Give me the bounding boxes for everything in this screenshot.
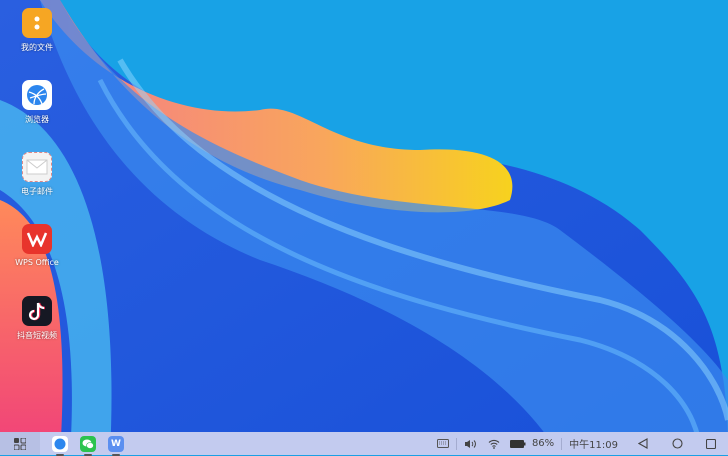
wps-icon [22, 224, 52, 254]
back-icon [638, 438, 648, 449]
browser-icon [54, 438, 66, 449]
douyin-icon [22, 296, 52, 326]
home-icon [671, 438, 683, 449]
taskbar-browser[interactable] [52, 435, 68, 456]
desktop-icon-email[interactable]: 电子邮件 [12, 152, 62, 197]
desktop-icon-browser[interactable]: 浏览器 [12, 80, 62, 125]
desktop-icon-wps-office[interactable]: WPS Office [12, 224, 62, 267]
system-tray: 86% 中午11:09 [436, 432, 728, 455]
desktop-icon-label: 电子邮件 [21, 187, 53, 196]
folder-icon [22, 8, 52, 38]
clock[interactable]: 中午11:09 [569, 436, 618, 451]
desktop-icon-label: 我的文件 [21, 43, 53, 52]
browser-icon [22, 80, 52, 110]
home-button[interactable] [660, 432, 694, 455]
app-drawer-button[interactable] [0, 432, 40, 455]
volume-icon[interactable] [464, 439, 478, 449]
taskbar: W 86% 中午11:09 [0, 432, 728, 456]
wechat-icon [82, 439, 94, 449]
taskbar-wps[interactable]: W [108, 435, 124, 456]
taskbar-wechat[interactable] [80, 435, 96, 456]
battery-icon[interactable] [509, 439, 526, 448]
wallpaper [0, 0, 728, 455]
keyboard-icon[interactable] [436, 439, 449, 448]
wps-icon: W [111, 438, 121, 449]
desktop-icon-my-files[interactable]: 我的文件 [12, 8, 62, 53]
grid-icon [14, 437, 26, 450]
recents-icon [706, 438, 716, 449]
desktop-icon-douyin[interactable]: 抖音短视频 [12, 296, 62, 341]
desktop-icon-label: 浏览器 [25, 115, 49, 124]
recents-button[interactable] [694, 432, 728, 455]
email-icon [22, 152, 52, 182]
desktop-icon-label: WPS Office [15, 258, 59, 267]
wifi-icon[interactable] [488, 439, 500, 449]
divider [455, 437, 457, 450]
divider [561, 437, 563, 450]
desktop-icon-label: 抖音短视频 [17, 331, 57, 340]
battery-percent: 86% [531, 438, 555, 449]
back-button[interactable] [626, 432, 660, 455]
